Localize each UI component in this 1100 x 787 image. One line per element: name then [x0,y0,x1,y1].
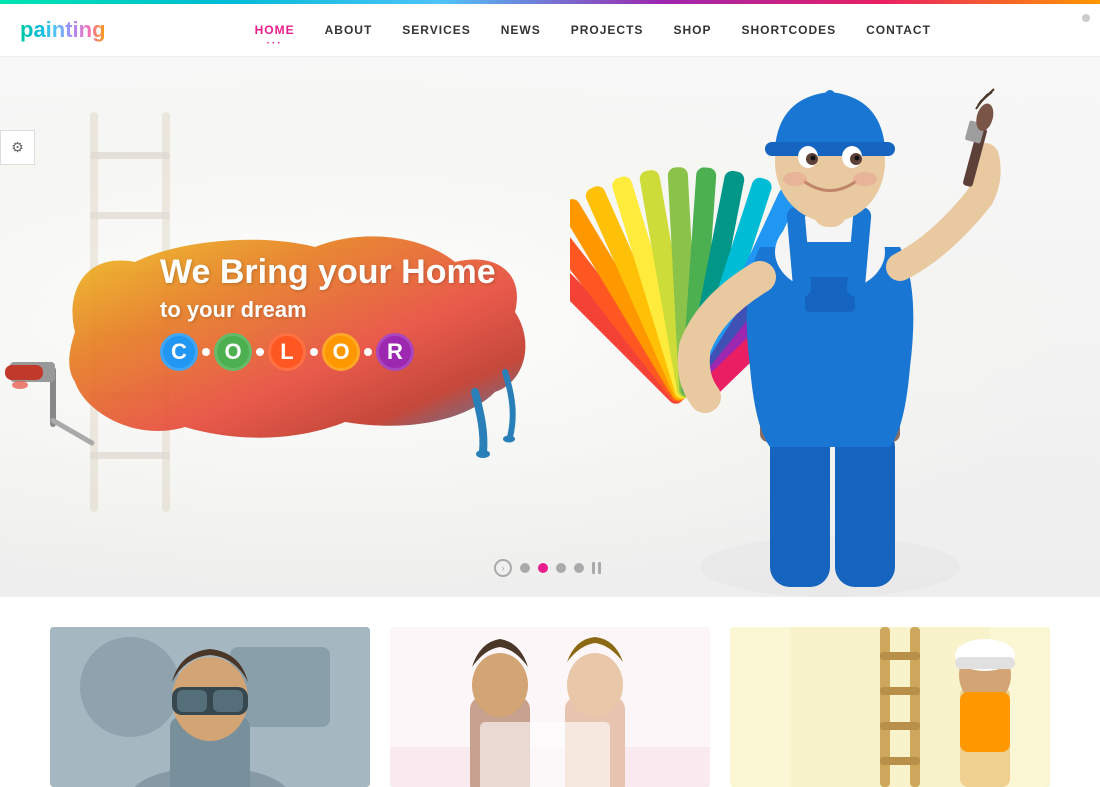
letter-o2: O [322,333,360,371]
nav-services[interactable]: SERVICES [402,23,470,37]
hero-title-line2: to your dream [160,297,496,323]
nav-contact[interactable]: CONTACT [866,23,931,37]
card-person-goggles[interactable] [50,627,370,787]
nav-shop[interactable]: SHOP [673,23,711,37]
dot-3 [310,348,318,356]
cards-row [0,627,1100,787]
pause-bar-left [592,562,595,574]
letter-o1: O [214,333,252,371]
main-nav: HOME ABOUT SERVICES NEWS PROJECTS SHOP S… [106,23,1080,37]
dot-4 [364,348,372,356]
hero-person-image [620,67,1040,597]
header-dot [1082,14,1090,22]
slider-dot-4[interactable] [574,563,584,573]
settings-button[interactable]: ⚙ [0,130,35,165]
card-ladder-worker[interactable] [730,627,1050,787]
letter-r: R [376,333,414,371]
letter-l: L [268,333,306,371]
gear-icon: ⚙ [11,139,24,156]
nav-shortcodes[interactable]: SHORTCODES [741,23,836,37]
nav-projects[interactable]: PROJECTS [571,23,644,37]
dot-2 [256,348,264,356]
hero-text-block: We Bring your Home to your dream C O L O… [160,252,496,371]
letter-c: C [160,333,198,371]
site-logo[interactable]: painting [20,17,106,43]
slider-prev-button[interactable]: › [494,559,512,577]
slider-controls: › [494,559,606,577]
nav-about[interactable]: ABOUT [325,23,373,37]
slider-pause-button[interactable] [592,562,606,574]
nav-home[interactable]: HOME [255,23,295,37]
slider-dot-2[interactable] [538,563,548,573]
dot-1 [202,348,210,356]
nav-news[interactable]: NEWS [501,23,541,37]
header: painting HOME ABOUT SERVICES NEWS PROJEC… [0,4,1100,57]
slider-dot-3[interactable] [556,563,566,573]
hero-banner: We Bring your Home to your dream C O L O… [0,57,1100,597]
slider-dot-1[interactable] [520,563,530,573]
hero-title-line1: We Bring your Home [160,252,496,293]
color-word-display: C O L O R [160,333,496,371]
pause-bar-right [598,562,601,574]
card-two-people[interactable] [390,627,710,787]
bottom-section [0,597,1100,787]
